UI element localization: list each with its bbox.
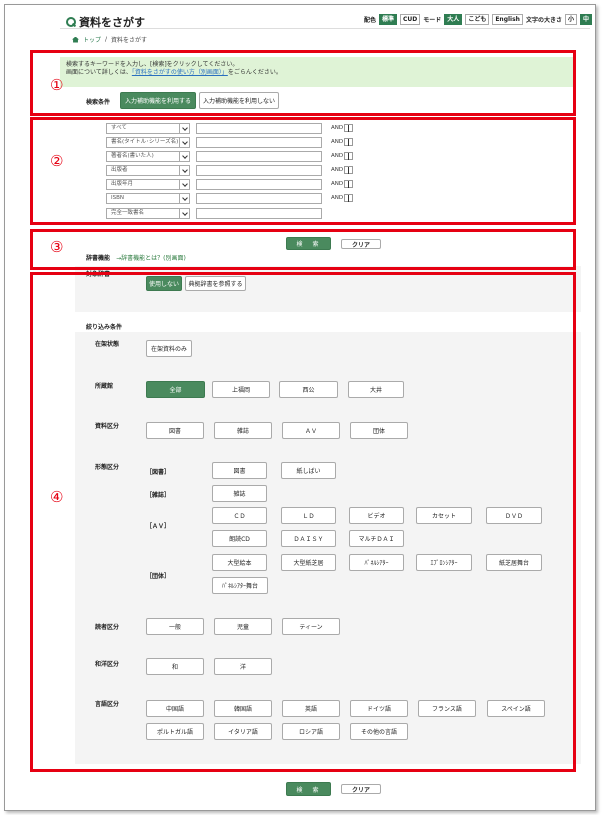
breadcrumb: トップ / 資料をさがす <box>72 35 147 44</box>
mode-label: モード <box>423 17 442 24</box>
breadcrumb-home[interactable]: トップ <box>83 35 101 44</box>
clear-button-bottom[interactable]: クリア <box>341 784 381 794</box>
annotation-marker-1: ① <box>50 76 64 94</box>
chip-adult[interactable]: 大人 <box>444 14 463 25</box>
chip-standard[interactable]: 標準 <box>379 14 398 25</box>
annotation-box-1 <box>30 50 576 116</box>
breadcrumb-current: 資料をさがす <box>111 37 148 44</box>
search-button-bottom[interactable]: 検 索 <box>286 782 331 796</box>
display-options: 配色 標準 CUD モード 大人 こども English 文字の大きさ 小 中 <box>364 14 592 25</box>
home-icon <box>72 36 79 43</box>
annotation-marker-4: ④ <box>50 488 64 506</box>
annotation-marker-2: ② <box>50 152 64 170</box>
chip-font-medium[interactable]: 中 <box>579 14 592 25</box>
annotation-box-4 <box>30 272 576 772</box>
chip-english[interactable]: English <box>492 14 523 25</box>
annotation-box-3 <box>30 229 576 270</box>
chip-font-small[interactable]: 小 <box>564 14 577 25</box>
font-size-label: 文字の大きさ <box>525 17 562 24</box>
chip-kids[interactable]: こども <box>465 14 490 25</box>
header-divider <box>60 28 590 29</box>
search-icon <box>66 17 76 27</box>
annotation-box-2 <box>30 117 576 225</box>
chip-cud[interactable]: CUD <box>400 14 421 25</box>
annotation-marker-3: ③ <box>50 238 64 256</box>
breadcrumb-separator: / <box>105 36 108 43</box>
color-scheme-label: 配色 <box>363 17 376 24</box>
